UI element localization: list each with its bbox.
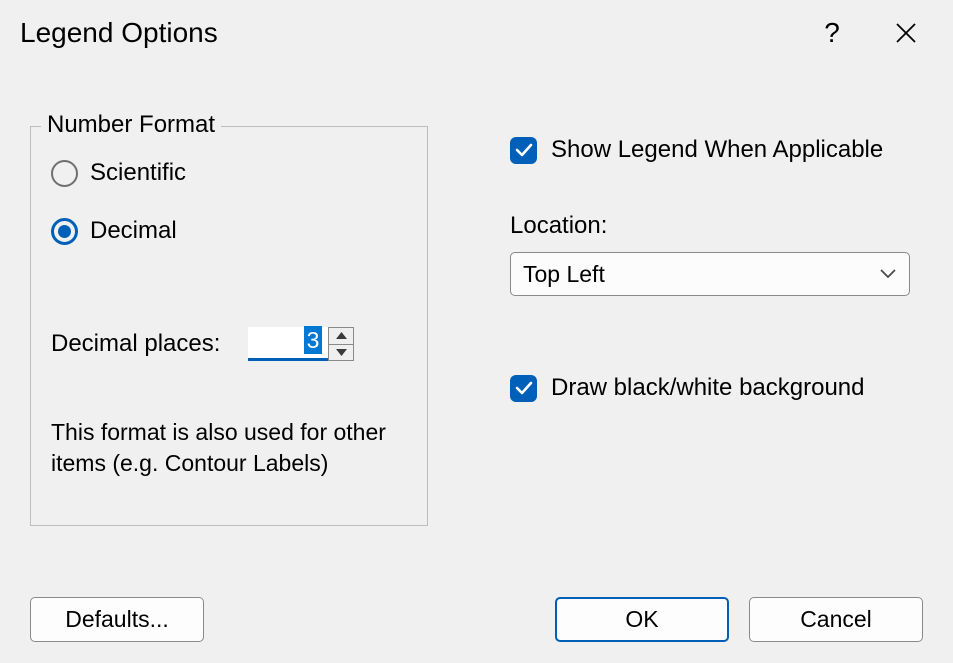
spinner-down[interactable]: [329, 344, 353, 361]
radio-decimal-indicator: [51, 218, 78, 245]
decimal-places-value: 3: [304, 326, 323, 354]
radio-decimal[interactable]: Decimal: [51, 217, 186, 245]
help-button[interactable]: ?: [795, 5, 869, 61]
radio-scientific-indicator: [51, 160, 78, 187]
dialog-body: Number Format Scientific Decimal Decimal…: [0, 66, 953, 116]
check-icon: [515, 143, 533, 157]
show-legend-label: Show Legend When Applicable: [551, 136, 883, 164]
location-dropdown[interactable]: Top Left: [510, 252, 910, 296]
help-icon: ?: [824, 17, 840, 49]
defaults-button[interactable]: Defaults...: [30, 597, 204, 642]
spinner-up[interactable]: [329, 328, 353, 344]
show-legend-check: [510, 137, 537, 164]
draw-bw-label: Draw black/white background: [551, 374, 865, 402]
radio-decimal-dot: [58, 225, 71, 238]
close-button[interactable]: [869, 5, 943, 61]
right-column: Show Legend When Applicable Location: To…: [510, 136, 920, 402]
location-value: Top Left: [523, 261, 605, 288]
radio-scientific-label: Scientific: [90, 159, 186, 187]
title-bar: Legend Options ?: [0, 0, 953, 66]
decimal-places-input[interactable]: 3: [248, 327, 328, 361]
ok-button[interactable]: OK: [555, 597, 729, 642]
radio-scientific[interactable]: Scientific: [51, 159, 186, 187]
number-format-legend: Number Format: [41, 111, 221, 139]
chevron-down-icon: [336, 349, 347, 356]
show-legend-checkbox[interactable]: Show Legend When Applicable: [510, 136, 920, 164]
decimal-places-spinner[interactable]: 3: [248, 327, 354, 361]
number-format-group: Number Format Scientific Decimal Decimal…: [30, 126, 428, 526]
spinner-buttons: [328, 327, 354, 361]
decimal-places-row: Decimal places: 3: [51, 327, 354, 361]
draw-bw-checkbox[interactable]: Draw black/white background: [510, 374, 920, 402]
dialog-footer: Defaults... OK Cancel: [0, 595, 953, 643]
number-format-radios: Scientific Decimal: [51, 159, 186, 245]
cancel-button[interactable]: Cancel: [749, 597, 923, 642]
decimal-places-label: Decimal places:: [51, 330, 220, 358]
check-icon: [515, 381, 533, 395]
ok-button-label: OK: [625, 606, 658, 633]
close-icon: [895, 22, 917, 44]
location-label: Location:: [510, 212, 920, 240]
chevron-up-icon: [336, 332, 347, 339]
window-title: Legend Options: [20, 17, 795, 49]
draw-bw-check: [510, 375, 537, 402]
chevron-down-icon: [879, 268, 897, 280]
number-format-note: This format is also used for other items…: [51, 417, 411, 479]
cancel-button-label: Cancel: [800, 606, 872, 633]
defaults-button-label: Defaults...: [65, 606, 169, 633]
radio-decimal-label: Decimal: [90, 217, 177, 245]
